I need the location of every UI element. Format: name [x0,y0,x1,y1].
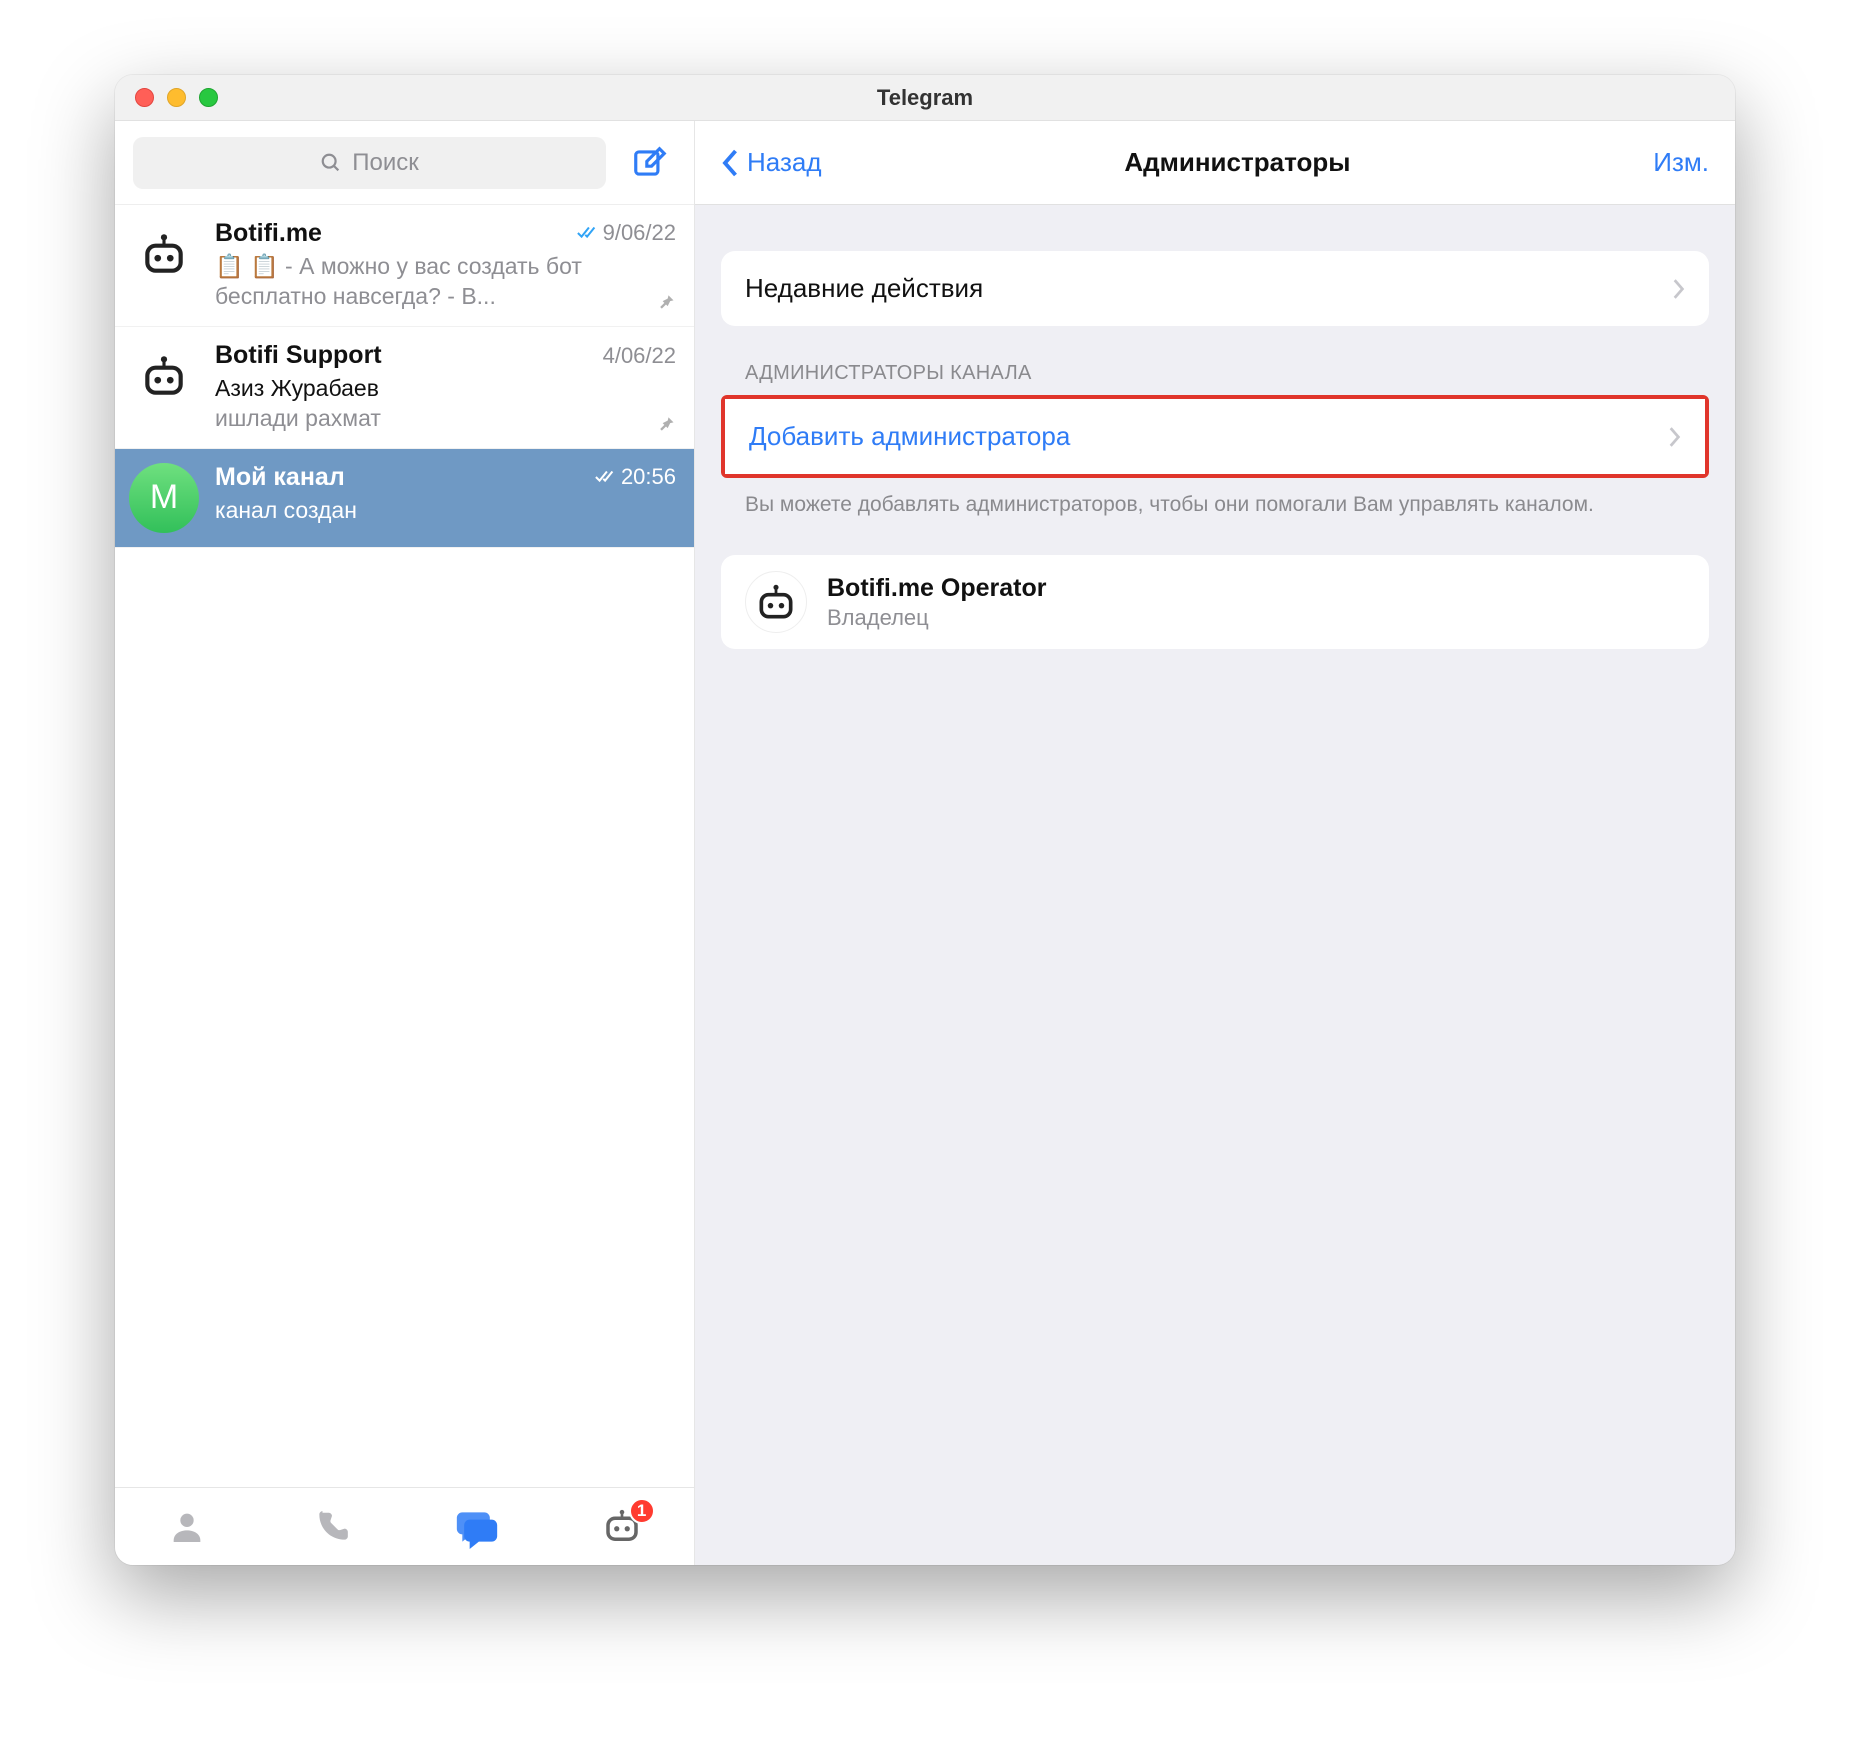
chat-name: Botifi Support [215,341,595,370]
bot-icon [139,229,189,279]
chevron-right-icon [1671,278,1685,300]
chat-text: Botifi Support 4/06/22 Азиз Журабаев ишл… [215,341,676,434]
chat-item-botifi[interactable]: Botifi.me 9/06/22 📋 📋 - А можно у вас со… [115,205,694,327]
pin-icon [656,292,676,312]
window-controls [135,88,218,107]
chat-text: Botifi.me 9/06/22 📋 📋 - А можно у вас со… [215,219,676,312]
app-body: Поиск Botifi.me [115,121,1735,1565]
chat-date: 9/06/22 [577,220,676,246]
search-placeholder: Поиск [352,149,419,177]
avatar [129,219,199,289]
compose-icon [631,144,669,182]
pin-icon [656,414,676,434]
admins-help-text: Вы можете добавлять администраторов, что… [721,478,1709,519]
main-panel: Назад Администраторы Изм. Недавние дейст… [695,121,1735,1565]
chat-date: 4/06/22 [603,343,676,369]
bot-icon [754,580,798,624]
chat-item-my-channel[interactable]: M Мой канал 20:56 канал соз [115,449,694,548]
tab-bots[interactable]: 1 [599,1504,645,1550]
search-icon [320,152,342,174]
highlight-add-admin: Добавить администратора [721,395,1709,478]
avatar [129,341,199,411]
admin-text: Botifi.me Operator Владелец [827,574,1046,631]
chat-date: 20:56 [595,464,676,490]
admin-avatar [745,571,807,633]
chevron-left-icon [721,148,741,178]
badge: 1 [629,1498,655,1524]
read-checkmarks-icon [577,225,599,241]
maximize-window-button[interactable] [199,88,218,107]
search-input[interactable]: Поиск [133,137,606,189]
chat-name: Мой канал [215,463,587,492]
page-title: Администраторы [822,147,1654,178]
chat-list: Botifi.me 9/06/22 📋 📋 - А можно у вас со… [115,205,694,1487]
sidebar-header: Поиск [115,121,694,205]
read-checkmarks-icon [595,469,617,485]
chat-preview: канал создан [215,496,676,526]
recent-actions-cell[interactable]: Недавние действия [721,251,1709,326]
bottom-tabs: 1 [115,1487,694,1565]
chat-preview: Азиз Журабаев ишлади рахмат [215,374,676,434]
app-window: Telegram Поиск [115,75,1735,1565]
chats-icon [455,1505,499,1549]
contacts-icon [167,1507,207,1547]
tab-calls[interactable] [309,1504,355,1550]
admin-row[interactable]: Botifi.me Operator Владелец [721,555,1709,649]
bot-icon [139,351,189,401]
back-button[interactable]: Назад [721,147,822,178]
add-admin-label: Добавить администратора [749,421,1667,452]
window-title: Telegram [115,85,1735,111]
recent-actions-label: Недавние действия [745,273,1671,304]
chat-preview: 📋 📋 - А можно у вас создать бот бесплатн… [215,252,676,312]
main-content: Недавние действия АДМИНИСТРАТОРЫ КАНАЛА … [695,205,1735,1565]
tab-chats[interactable] [454,1504,500,1550]
chat-name: Botifi.me [215,219,569,248]
admins-section-header: АДМИНИСТРАТОРЫ КАНАЛА [721,362,1709,395]
avatar: M [129,463,199,533]
admin-role: Владелец [827,605,1046,631]
close-window-button[interactable] [135,88,154,107]
main-header: Назад Администраторы Изм. [695,121,1735,205]
edit-button[interactable]: Изм. [1653,147,1709,178]
titlebar: Telegram [115,75,1735,121]
chat-text: Мой канал 20:56 канал создан [215,463,676,526]
chat-item-botifi-support[interactable]: Botifi Support 4/06/22 Азиз Журабаев ишл… [115,327,694,449]
sidebar: Поиск Botifi.me [115,121,695,1565]
tab-contacts[interactable] [164,1504,210,1550]
add-admin-cell[interactable]: Добавить администратора [725,399,1705,474]
back-label: Назад [747,147,822,178]
phone-icon [313,1508,351,1546]
admin-name: Botifi.me Operator [827,574,1046,603]
compose-button[interactable] [624,137,676,189]
minimize-window-button[interactable] [167,88,186,107]
avatar-letter: M [150,478,178,517]
chevron-right-icon [1667,426,1681,448]
